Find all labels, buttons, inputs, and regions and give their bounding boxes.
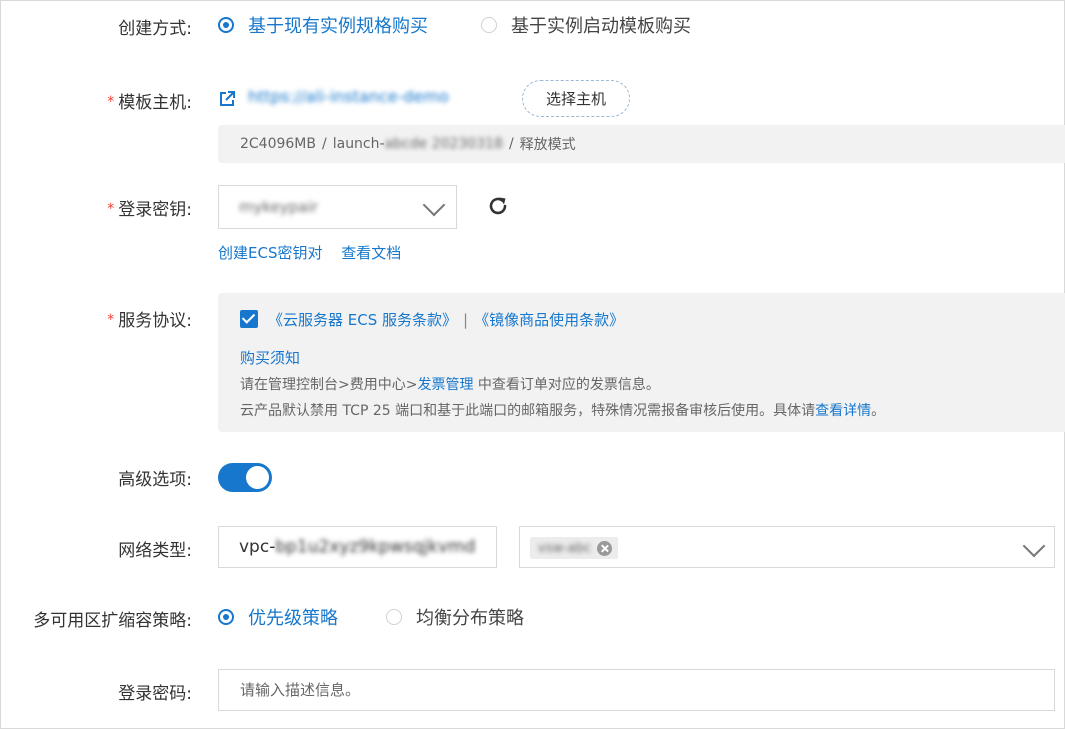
agreement-panel: 《云服务器 ECS 服务条款》 | 《镜像商品使用条款》 购买须知 请在管理控制台>… xyxy=(218,293,1065,432)
view-docs-link[interactable]: 查看文档 xyxy=(341,244,401,262)
image-terms-link[interactable]: 《镜像商品使用条款》 xyxy=(474,311,624,329)
scaling-policy-label: 多可用区扩缩容策略: xyxy=(33,611,192,631)
agreement-checkbox[interactable] xyxy=(240,310,258,328)
login-key-links: 创建ECS密钥对 查看文档 xyxy=(218,242,401,263)
vpc-input[interactable]: vpc-bp1u2xyz9kpwsqjkvmd xyxy=(218,526,497,568)
template-host-label: * 模板主机: xyxy=(107,93,192,113)
tag-close-icon[interactable] xyxy=(597,540,613,556)
radio-unselected-icon xyxy=(386,609,402,625)
radio-selected-icon xyxy=(218,609,234,625)
agreement-terms: 《云服务器 ECS 服务条款》 | 《镜像商品使用条款》 xyxy=(268,311,625,329)
login-password-label: 登录密码: xyxy=(118,684,192,704)
radio-unselected-icon xyxy=(481,17,497,33)
vswitch-tag: vsw-abc xyxy=(530,537,619,559)
create-keypair-link[interactable]: 创建ECS密钥对 xyxy=(218,244,322,262)
toggle-knob xyxy=(246,466,269,489)
login-key-select[interactable]: mykeypair xyxy=(218,185,457,229)
scaling-policy-option-priority[interactable]: 优先级策略 xyxy=(218,604,338,630)
create-method-option-spec[interactable]: 基于现有实例规格购买 xyxy=(218,12,428,38)
template-spec-summary: 2C4096MB / launch-abcde 20230318 / 释放模式 xyxy=(218,125,1065,163)
ecs-terms-link[interactable]: 《云服务器 ECS 服务条款》 xyxy=(268,311,457,329)
login-key-label: * 登录密钥: xyxy=(107,200,192,220)
template-host-link[interactable]: https://ali-instance-demo xyxy=(248,87,449,106)
refresh-icon[interactable] xyxy=(486,194,510,218)
tcp25-notice: 云产品默认禁用 TCP 25 端口和基于此端口的邮箱服务，特殊情况需报备审核后使… xyxy=(240,403,886,419)
invoice-management-link[interactable]: 发票管理 xyxy=(417,377,473,393)
create-method-label: 创建方式: xyxy=(118,19,192,39)
select-host-button[interactable]: 选择主机 xyxy=(522,80,630,117)
radio-selected-icon xyxy=(218,17,234,33)
purchase-notice-link[interactable]: 购买须知 xyxy=(240,347,300,368)
chevron-down-icon xyxy=(422,193,446,217)
advanced-options-toggle[interactable] xyxy=(218,463,272,492)
chevron-down-icon xyxy=(1022,534,1046,558)
external-link-icon[interactable] xyxy=(218,90,236,108)
vswitch-select[interactable]: vsw-abc xyxy=(519,526,1055,568)
scaling-policy-option-balanced[interactable]: 均衡分布策略 xyxy=(386,604,524,630)
network-type-label: 网络类型: xyxy=(118,541,192,561)
advanced-options-label: 高级选项: xyxy=(118,470,192,490)
login-password-input[interactable] xyxy=(218,669,1055,711)
invoice-notice: 请在管理控制台>费用中心>发票管理 中查看订单对应的发票信息。 xyxy=(240,377,660,393)
view-details-link[interactable]: 查看详情 xyxy=(815,403,871,419)
create-method-option-template[interactable]: 基于实例启动模板购买 xyxy=(481,12,691,38)
agreement-label: * 服务协议: xyxy=(107,311,192,331)
